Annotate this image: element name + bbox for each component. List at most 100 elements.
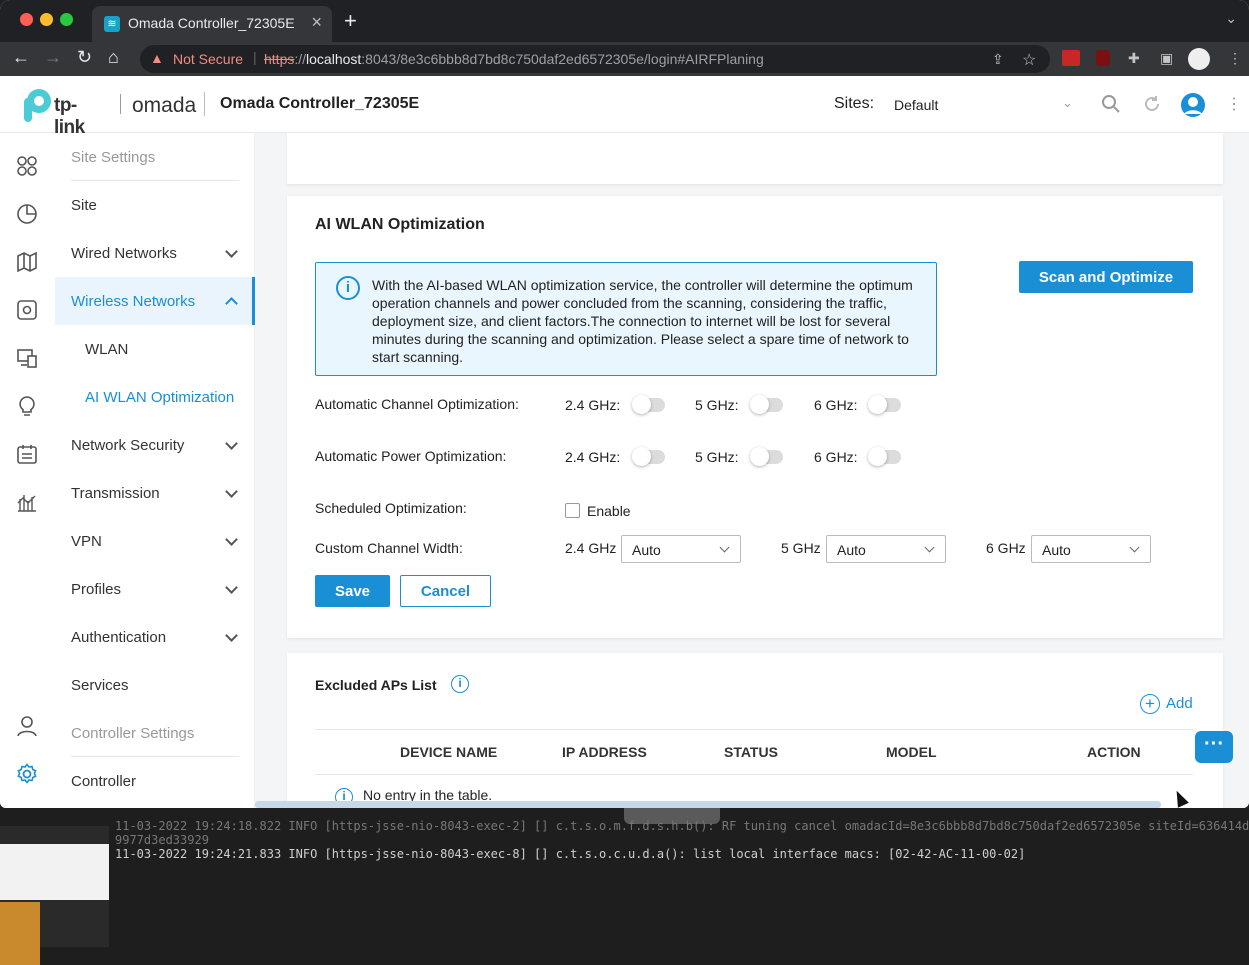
extension-icon[interactable] bbox=[1062, 50, 1080, 66]
star-icon[interactable]: ☆ bbox=[1022, 50, 1036, 70]
width-5-value: Auto bbox=[837, 542, 866, 558]
menu-item-wlan[interactable]: WLAN bbox=[85, 341, 128, 358]
forward-icon[interactable]: → bbox=[44, 47, 62, 68]
band-6-label: 6 GHz: bbox=[814, 397, 858, 413]
address-bar[interactable]: ▲ Not Secure | https://localhost:8043/8e… bbox=[140, 45, 1050, 73]
reload-icon[interactable]: ↻ bbox=[77, 47, 92, 68]
dashboard-icon[interactable] bbox=[16, 155, 38, 177]
chevron-down-icon[interactable] bbox=[225, 629, 238, 642]
maximize-window-button[interactable] bbox=[60, 13, 73, 26]
info-text: With the AI-based WLAN optimization serv… bbox=[372, 277, 913, 365]
puzzle-icon[interactable]: ✚ bbox=[1128, 50, 1140, 67]
search-icon[interactable] bbox=[1101, 94, 1121, 114]
col-status[interactable]: STATUS bbox=[724, 744, 778, 760]
more-icon[interactable]: ⋮ bbox=[1226, 94, 1242, 114]
power-24-toggle[interactable] bbox=[632, 447, 665, 466]
menu-icon[interactable]: ⋮ bbox=[1228, 50, 1242, 67]
menu-item-services[interactable]: Services bbox=[71, 677, 129, 694]
col-device-name[interactable]: DEVICE NAME bbox=[400, 744, 497, 760]
user-avatar-icon[interactable] bbox=[1181, 93, 1205, 117]
channel-6-toggle[interactable] bbox=[868, 395, 901, 414]
channel-24-toggle[interactable] bbox=[632, 395, 665, 414]
menu-header-controller-settings: Controller Settings bbox=[71, 725, 195, 742]
map-icon[interactable] bbox=[16, 251, 38, 273]
account-icon[interactable] bbox=[16, 715, 38, 737]
product-text: omada bbox=[132, 94, 197, 117]
log-line: 9977d3ed33929 bbox=[115, 833, 209, 847]
logs-icon[interactable] bbox=[16, 443, 38, 465]
minimize-window-button[interactable] bbox=[40, 13, 53, 26]
clients-icon[interactable] bbox=[16, 347, 38, 369]
menu-item-wired-networks[interactable]: Wired Networks bbox=[71, 245, 177, 262]
col-ip-address[interactable]: IP ADDRESS bbox=[562, 744, 647, 760]
chevron-down-icon[interactable] bbox=[225, 533, 238, 546]
width-24-select[interactable]: Auto bbox=[621, 535, 741, 563]
chevron-down-icon[interactable]: ⌄ bbox=[1062, 95, 1073, 111]
home-icon[interactable]: ⌂ bbox=[108, 47, 119, 68]
reports-icon[interactable] bbox=[16, 491, 38, 513]
chevron-down-icon[interactable] bbox=[225, 245, 238, 258]
chevron-down-icon[interactable]: ⌄ bbox=[1225, 10, 1237, 27]
width-5-select[interactable]: Auto bbox=[826, 535, 946, 563]
scan-and-optimize-button[interactable]: Scan and Optimize bbox=[1019, 261, 1193, 293]
width-5-label: 5 GHz bbox=[781, 540, 821, 556]
power-6-toggle[interactable] bbox=[868, 447, 901, 466]
menu-item-transmission[interactable]: Transmission bbox=[71, 485, 160, 502]
col-model[interactable]: MODEL bbox=[886, 744, 937, 760]
menu-item-vpn[interactable]: VPN bbox=[71, 533, 102, 550]
share-icon[interactable]: ⇪ bbox=[992, 51, 1004, 68]
new-tab-button[interactable]: + bbox=[344, 8, 357, 34]
security-label: Not Secure bbox=[173, 51, 244, 67]
sidepanel-icon[interactable]: ▣ bbox=[1160, 50, 1173, 67]
menu-item-network-security[interactable]: Network Security bbox=[71, 437, 184, 454]
devices-icon[interactable] bbox=[16, 299, 38, 321]
chevron-down-icon[interactable] bbox=[225, 581, 238, 594]
chat-icon[interactable]: ··· bbox=[1195, 731, 1233, 763]
browser-window: ≋ Omada Controller_72305E × + ⌄ ← → ↻ ⌂ … bbox=[0, 0, 1249, 808]
save-button[interactable]: Save bbox=[315, 575, 390, 607]
controller-title: Omada Controller_72305E bbox=[220, 95, 420, 112]
chevron-down-icon[interactable] bbox=[225, 437, 238, 450]
info-icon[interactable]: i bbox=[451, 675, 469, 693]
thumbnail-light bbox=[0, 844, 109, 900]
width-6-value: Auto bbox=[1042, 542, 1071, 558]
width-6-label: 6 GHz bbox=[986, 540, 1026, 556]
log-line: 11-03-2022 19:24:21.833 INFO [https-jsse… bbox=[115, 847, 1026, 861]
sites-label: Sites: bbox=[834, 95, 875, 112]
chevron-down-icon bbox=[719, 542, 730, 553]
statistics-icon[interactable] bbox=[16, 203, 38, 225]
close-window-button[interactable] bbox=[20, 13, 33, 26]
enable-checkbox[interactable] bbox=[565, 503, 580, 518]
insight-icon[interactable] bbox=[16, 395, 38, 417]
width-6-select[interactable]: Auto bbox=[1031, 535, 1151, 563]
divider bbox=[315, 729, 1193, 730]
divider bbox=[315, 774, 1193, 775]
menu-item-ai-wlan-optimization[interactable]: AI WLAN Optimization bbox=[85, 389, 234, 406]
menu-item-authentication[interactable]: Authentication bbox=[71, 629, 166, 646]
app-header: tp-link omada Omada Controller_72305E Si… bbox=[0, 76, 1249, 138]
chevron-down-icon[interactable] bbox=[225, 485, 238, 498]
close-tab-icon[interactable]: × bbox=[311, 12, 322, 33]
terminal-window: 11-03-2022 19:24:18.822 INFO [https-jsse… bbox=[0, 808, 1249, 965]
horizontal-scrollbar[interactable] bbox=[255, 801, 1161, 808]
browser-tab[interactable]: ≋ Omada Controller_72305E × bbox=[92, 6, 332, 42]
url-text: https://localhost:8043/8e3c6bbb8d7bd8c75… bbox=[264, 51, 764, 67]
power-5-toggle[interactable] bbox=[750, 447, 783, 466]
profile-avatar[interactable] bbox=[1188, 48, 1210, 70]
url-scheme: https bbox=[264, 51, 295, 67]
add-icon: + bbox=[1140, 694, 1160, 714]
ublock-icon[interactable] bbox=[1096, 50, 1110, 66]
channel-5-toggle[interactable] bbox=[750, 395, 783, 414]
add-label: Add bbox=[1166, 695, 1193, 712]
menu-item-profiles[interactable]: Profiles bbox=[71, 581, 121, 598]
menu-item-wireless-networks[interactable]: Wireless Networks bbox=[71, 293, 195, 310]
excluded-aps-card: Excluded APs List i + Add DEVICE NAME IP… bbox=[287, 653, 1223, 808]
site-select[interactable]: Default bbox=[894, 97, 938, 113]
menu-item-controller[interactable]: Controller bbox=[71, 773, 136, 790]
cancel-button[interactable]: Cancel bbox=[400, 575, 491, 607]
back-icon[interactable]: ← bbox=[12, 47, 30, 68]
menu-item-site[interactable]: Site bbox=[71, 197, 97, 214]
settings-gear-icon[interactable] bbox=[16, 763, 38, 785]
refresh-icon[interactable] bbox=[1142, 94, 1162, 114]
icon-rail bbox=[0, 133, 55, 808]
